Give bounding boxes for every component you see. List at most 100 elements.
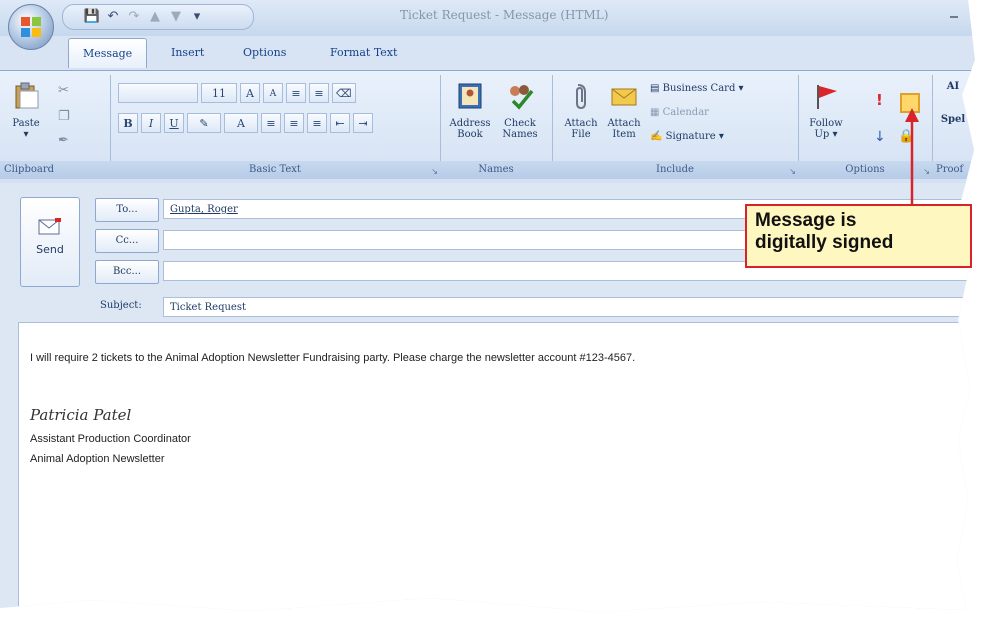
body-text-line: I will require 2 tickets to the Animal A…: [30, 352, 636, 364]
digitally-signed-callout: Message is digitally signed: [745, 204, 972, 268]
attach-file-button[interactable]: Attach File: [562, 81, 600, 140]
message-body[interactable]: [18, 322, 975, 612]
callout-line-1: Message is: [755, 210, 857, 231]
signature-icon: ✍: [650, 131, 663, 142]
calendar-button[interactable]: ▦ Calendar: [650, 107, 709, 118]
office-logo-icon: [21, 17, 41, 37]
tab-format-text[interactable]: Format Text: [330, 46, 397, 59]
tab-insert[interactable]: Insert: [171, 46, 204, 59]
check-names-button[interactable]: Check Names: [498, 81, 542, 140]
italic-button[interactable]: I: [141, 113, 161, 133]
follow-up-label-1: Follow: [809, 118, 843, 129]
follow-up-label-2: Up: [814, 129, 830, 140]
follow-up-button[interactable]: Follow Up ▾: [806, 81, 846, 140]
address-book-icon: [458, 83, 482, 109]
low-importance-icon[interactable]: ↓: [874, 129, 886, 145]
office-button[interactable]: [8, 4, 54, 50]
tab-options[interactable]: Options: [243, 46, 286, 59]
increase-indent-icon[interactable]: ⇥: [353, 113, 373, 133]
customize-chevron-icon[interactable]: ▾: [188, 8, 206, 26]
callout-line-2: digitally signed: [755, 232, 894, 253]
minimize-icon[interactable]: [950, 16, 958, 18]
attach-item-label-1: Attach: [607, 118, 641, 129]
shrink-font-button[interactable]: A: [263, 83, 283, 103]
clear-formatting-icon[interactable]: ⌫: [332, 83, 356, 103]
redo-icon[interactable]: ↷: [125, 8, 143, 26]
format-row: B I U ✎ A ≡ ≡ ≡ ⇤ ⇥: [118, 113, 373, 133]
proofing-group: AI Spel Proof: [932, 75, 975, 179]
bold-button[interactable]: B: [118, 113, 138, 133]
down-arrow-icon[interactable]: ▼: [167, 8, 185, 26]
signature-title: Assistant Production Coordinator: [30, 433, 191, 445]
check-label-2: Names: [502, 129, 538, 140]
align-left-icon[interactable]: ≡: [261, 113, 281, 133]
up-arrow-icon[interactable]: ▲: [146, 8, 164, 26]
cut-icon[interactable]: ✂: [58, 83, 69, 98]
subject-field[interactable]: Ticket Request: [163, 297, 975, 317]
proofing-group-label: Proof: [932, 161, 975, 179]
align-right-icon[interactable]: ≡: [307, 113, 327, 133]
digital-signature-button[interactable]: [900, 93, 920, 113]
basic-text-group-label: Basic Text: [110, 161, 440, 179]
send-label: Send: [36, 243, 64, 256]
options-group: Follow Up ▾ ! ↓ 🔒 Options ↘: [798, 75, 933, 179]
format-painter-icon[interactable]: ✒: [58, 133, 69, 148]
names-group-label: Names: [440, 161, 552, 179]
calendar-label: Calendar: [662, 107, 709, 118]
include-group: Attach File Attach Item ▤ Business Card …: [552, 75, 799, 179]
send-button[interactable]: Send: [20, 197, 80, 287]
clipboard-group: Paste ▾ ✂ ❐ ✒ Clipboard: [0, 75, 111, 179]
bullets-icon[interactable]: ≡: [286, 83, 306, 103]
quick-access-toolbar: 💾 ↶ ↷ ▲ ▼ ▾: [62, 4, 254, 30]
save-icon[interactable]: 💾: [83, 8, 101, 26]
tab-message[interactable]: Message: [68, 38, 148, 68]
encrypt-icon[interactable]: 🔒: [898, 129, 914, 144]
include-group-label: Include: [552, 161, 798, 179]
basic-text-group: 11 A A ≡ ≡ ⌫ B I U ✎ A ≡ ≡ ≡ ⇤ ⇥ Basic T…: [110, 75, 441, 179]
business-card-icon: ▤: [650, 83, 660, 94]
include-launcher-icon[interactable]: ↘: [789, 167, 796, 176]
business-card-button[interactable]: ▤ Business Card ▾: [650, 83, 744, 94]
align-center-icon[interactable]: ≡: [284, 113, 304, 133]
undo-icon[interactable]: ↶: [104, 8, 122, 26]
check-label-1: Check: [504, 118, 536, 129]
options-launcher-icon[interactable]: ↘: [923, 167, 930, 176]
business-card-label: Business Card: [662, 83, 736, 94]
send-envelope-icon: [38, 218, 61, 235]
numbering-icon[interactable]: ≡: [309, 83, 329, 103]
font-row: 11 A A ≡ ≡ ⌫: [118, 83, 356, 103]
window-title: Ticket Request - Message (HTML): [400, 8, 609, 22]
signature-button[interactable]: ✍ Signature ▾: [650, 131, 724, 142]
spelling-button[interactable]: AI Spel: [938, 81, 968, 125]
calendar-icon: ▦: [650, 107, 660, 118]
font-color-icon[interactable]: A: [224, 113, 258, 133]
attach-item-label-2: Item: [612, 129, 636, 140]
attach-item-button[interactable]: Attach Item: [604, 81, 644, 140]
paste-label: Paste: [12, 118, 40, 129]
paste-button[interactable]: Paste ▾: [10, 81, 42, 140]
copy-icon[interactable]: ❐: [58, 109, 70, 124]
font-size-box[interactable]: 11: [201, 83, 237, 103]
signature-organization: Animal Adoption Newsletter: [30, 453, 165, 465]
ribbon-tabs: Message Insert Options Format Text: [0, 36, 975, 70]
underline-button[interactable]: U: [164, 113, 184, 133]
grow-font-button[interactable]: A: [240, 83, 260, 103]
names-group: Address Book Check Names Names: [440, 75, 553, 179]
check-names-icon: [510, 85, 534, 110]
attach-file-label-2: File: [571, 129, 591, 140]
to-button[interactable]: To...: [95, 198, 159, 222]
attach-file-label-1: Attach: [564, 118, 598, 129]
font-name-box[interactable]: [118, 83, 198, 103]
address-book-button[interactable]: Address Book: [448, 81, 492, 140]
highlight-icon[interactable]: ✎: [187, 113, 221, 133]
address-label-1: Address: [449, 118, 491, 129]
bcc-button[interactable]: Bcc...: [95, 260, 159, 284]
dialog-launcher-icon[interactable]: ↘: [431, 167, 438, 176]
spelling-label: Spel: [940, 114, 966, 125]
high-importance-icon[interactable]: !: [876, 91, 883, 109]
flag-icon: [817, 85, 837, 109]
decrease-indent-icon[interactable]: ⇤: [330, 113, 350, 133]
title-bar: 💾 ↶ ↷ ▲ ▼ ▾ Ticket Request - Message (HT…: [0, 0, 975, 36]
paste-icon: [15, 82, 39, 109]
cc-button[interactable]: Cc...: [95, 229, 159, 253]
